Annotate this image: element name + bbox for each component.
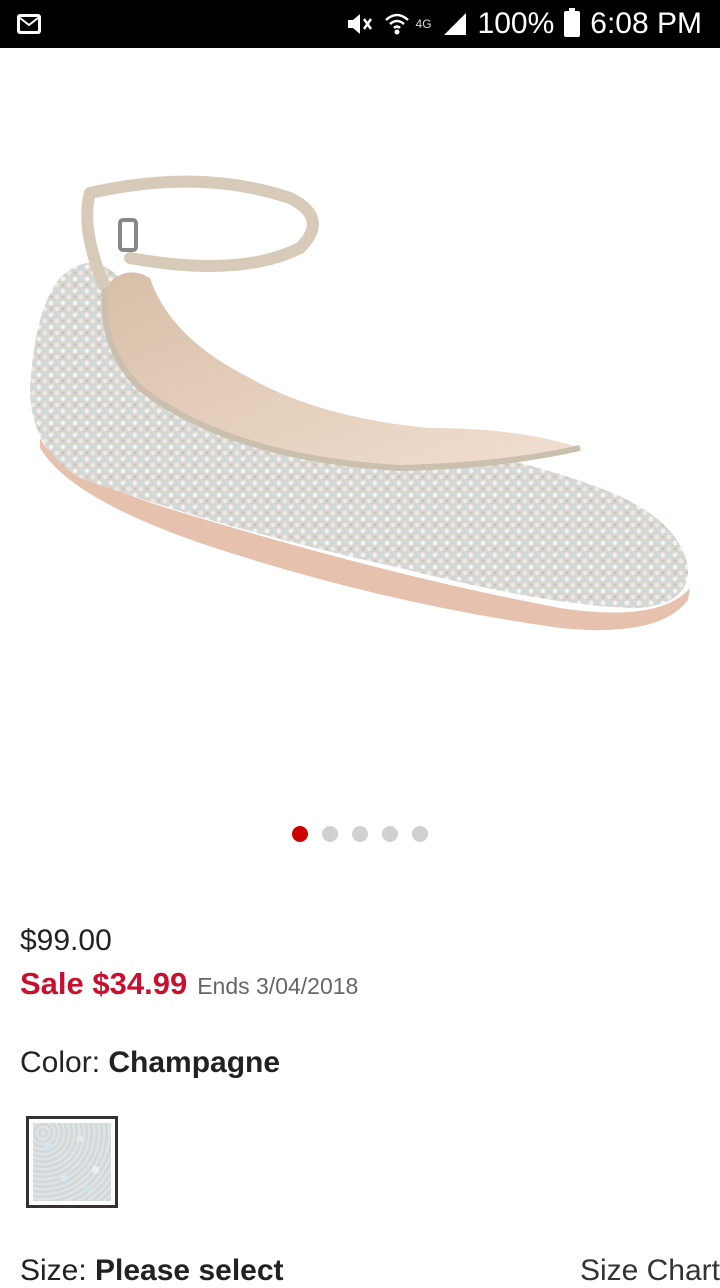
mail-icon [17, 14, 41, 34]
sale-end-date: Ends 3/04/2018 [197, 973, 359, 999]
wifi-icon [384, 13, 409, 35]
carousel-dot[interactable] [382, 826, 398, 842]
network-type: 4G [415, 17, 432, 31]
carousel-indicator[interactable] [0, 826, 720, 842]
sale-price: Sale $34.99 [20, 966, 188, 1001]
sale-row: Sale $34.99 Ends 3/04/2018 [20, 966, 358, 1002]
signal-icon [443, 13, 466, 35]
color-swatch-champagne[interactable] [26, 1116, 118, 1208]
battery-icon [564, 8, 581, 37]
size-label: Size: [20, 1254, 96, 1287]
carousel-dot[interactable] [352, 826, 368, 842]
product-image[interactable] [0, 48, 720, 808]
mute-icon [347, 14, 372, 34]
status-bar: 4G 100% 6:08 PM [0, 0, 720, 48]
color-selector: Color: Champagne [20, 1046, 280, 1080]
size-selector[interactable]: Size: Please select [20, 1254, 284, 1288]
battery-percent: 100% [477, 7, 555, 40]
carousel-dot[interactable] [412, 826, 428, 842]
clock-time: 6:08 PM [590, 7, 702, 40]
carousel-dot[interactable] [292, 826, 308, 842]
original-price: $99.00 [20, 924, 112, 957]
size-value: Please select [95, 1254, 284, 1287]
shoe-illustration [30, 175, 690, 631]
carousel-dot[interactable] [322, 826, 338, 842]
size-chart-link[interactable]: Size Chart [580, 1254, 720, 1288]
color-value: Champagne [108, 1046, 281, 1079]
swatch-image [33, 1123, 111, 1201]
color-label: Color: [20, 1046, 109, 1079]
